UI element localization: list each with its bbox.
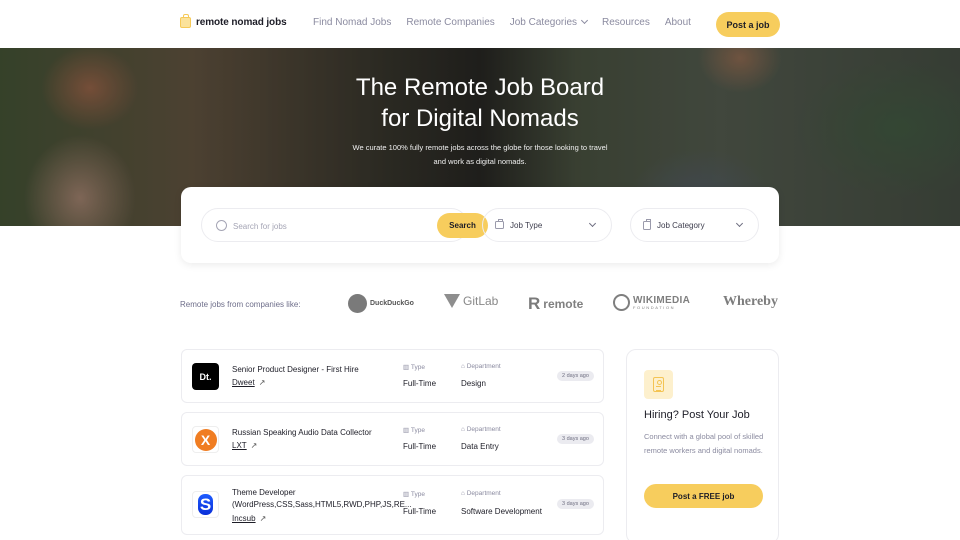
wikimedia-logo: WIKIMEDIA FOUNDATION: [613, 294, 690, 311]
top-navigation: remote nomad jobs Find Nomad Jobs Remote…: [0, 0, 960, 48]
department-label: ⌂ Department: [461, 363, 501, 370]
companies-label: Remote jobs from companies like:: [180, 300, 301, 309]
hiring-description: Connect with a global pool of skilled re…: [644, 432, 764, 455]
job-listing[interactable]: X Russian Speaking Audio Data Collector …: [181, 412, 604, 466]
search-button[interactable]: Search: [437, 213, 488, 238]
job-title[interactable]: Theme Developer (WordPress,CSS,Sass,HTML…: [232, 487, 412, 511]
company-logo: Dt.: [192, 363, 219, 390]
nav-link-job-categories-label: Job Categories: [509, 17, 578, 28]
chart-icon: ▥: [403, 427, 411, 434]
job-type: Full-Time: [403, 379, 437, 388]
job-type: Full-Time: [403, 507, 437, 516]
job-listing[interactable]: S Theme Developer (WordPress,CSS,Sass,HT…: [181, 475, 604, 535]
job-department: Data Entry: [461, 442, 499, 451]
chevron-down-icon: [735, 219, 744, 227]
search-box: Search: [201, 208, 488, 242]
post-a-job-button[interactable]: Post a job: [716, 12, 780, 37]
building-icon: [643, 218, 651, 230]
job-listing[interactable]: Dt. Senior Product Designer - First Hire…: [181, 349, 604, 403]
company-name: LXT: [232, 441, 247, 450]
gitlab-logo: GitLab: [444, 294, 498, 308]
gitlab-logo-text: GitLab: [463, 294, 499, 308]
wikimedia-logo-text: WIKIMEDIA FOUNDATION: [633, 294, 691, 310]
nav-link-find-nomad-jobs[interactable]: Find Nomad Jobs: [313, 17, 391, 28]
job-type-dropdown[interactable]: Job Type: [482, 208, 612, 242]
logo-text: remote nomad jobs: [196, 17, 287, 28]
chevron-down-icon: [588, 219, 597, 227]
type-label: ▥ Type: [403, 363, 425, 371]
company-link[interactable]: LXT ↗: [232, 441, 257, 450]
posted-age-badge: 3 days ago: [557, 499, 594, 509]
chart-icon: ▥: [403, 491, 411, 498]
duckduckgo-logo: DuckDuckGo: [348, 294, 414, 313]
job-department: Software Development: [461, 507, 542, 516]
company-link[interactable]: Dweet ↗: [232, 378, 265, 387]
post-free-job-button[interactable]: Post a FREE job: [644, 484, 763, 508]
duck-icon: [348, 294, 367, 313]
remote-logo: R remote: [528, 294, 583, 314]
department-label: ⌂ Department: [461, 490, 501, 497]
hiring-title: Hiring? Post Your Job: [644, 409, 750, 421]
department-label-text: Department: [466, 426, 501, 433]
job-category-label: Job Category: [657, 220, 705, 230]
briefcase-icon: [180, 14, 191, 28]
department-label-text: Department: [466, 363, 501, 370]
job-title[interactable]: Russian Speaking Audio Data Collector: [232, 427, 397, 439]
duckduckgo-logo-text: DuckDuckGo: [370, 300, 414, 307]
wikimedia-foundation-text: FOUNDATION: [633, 304, 676, 310]
nav-link-remote-companies[interactable]: Remote Companies: [406, 17, 494, 28]
hiring-card: Hiring? Post Your Job Connect with a glo…: [626, 349, 779, 540]
hero-subtitle: We curate 100% fully remote jobs across …: [352, 143, 608, 166]
posted-age-badge: 3 days ago: [557, 434, 594, 444]
hero-title-line-1: The Remote Job Board: [355, 74, 605, 101]
hire-icon-tile: [644, 370, 673, 399]
search-panel: Search Job Type Job Category: [181, 187, 779, 263]
id-badge-icon: [653, 377, 664, 392]
search-input[interactable]: [233, 218, 413, 234]
posted-age-badge: 2 days ago: [557, 371, 594, 381]
type-label: ▥ Type: [403, 490, 425, 498]
external-link-icon: ↗: [258, 378, 266, 387]
search-icon: [216, 220, 227, 231]
remote-r-icon: R: [528, 294, 541, 313]
job-type-label: Job Type: [510, 220, 543, 230]
wikimedia-icon: [613, 294, 630, 311]
external-link-icon: ↗: [259, 514, 267, 523]
chart-icon: ▥: [403, 364, 411, 371]
chevron-down-icon: [580, 16, 589, 25]
nav-link-about[interactable]: About: [665, 17, 691, 28]
job-type: Full-Time: [403, 442, 437, 451]
wikimedia-wordmark: WIKIMEDIA: [633, 294, 691, 306]
company-name: Dweet: [232, 378, 255, 387]
company-name: Incsub: [232, 514, 256, 523]
type-label-text: Type: [410, 364, 425, 371]
lxt-x-icon: X: [194, 428, 217, 451]
whereby-logo: Whereby: [723, 294, 778, 309]
job-department: Design: [461, 379, 486, 388]
nav-link-job-categories[interactable]: Job Categories: [509, 16, 589, 28]
department-label-text: Department: [466, 490, 501, 497]
job-title[interactable]: Senior Product Designer - First Hire: [232, 364, 397, 376]
company-logo: S: [192, 491, 219, 518]
incsub-s-icon: S: [198, 494, 213, 515]
site-logo[interactable]: remote nomad jobs: [180, 14, 287, 28]
company-logo: X: [192, 426, 219, 453]
company-link[interactable]: Incsub ↗: [232, 514, 266, 523]
nav-link-resources[interactable]: Resources: [602, 17, 650, 28]
hero-title: The Remote Job Board for Digital Nomads: [0, 72, 960, 134]
briefcase-icon: [495, 219, 504, 229]
job-category-dropdown[interactable]: Job Category: [630, 208, 759, 242]
remote-logo-text: remote: [543, 297, 584, 311]
type-label: ▥ Type: [403, 426, 425, 434]
fox-icon: [444, 294, 460, 308]
hero-title-line-2: for Digital Nomads: [381, 105, 579, 132]
nav-links: Find Nomad Jobs Remote Companies Job Cat…: [313, 16, 691, 28]
department-label: ⌂ Department: [461, 426, 501, 433]
external-link-icon: ↗: [250, 441, 258, 450]
type-label-text: Type: [410, 491, 425, 498]
type-label-text: Type: [410, 427, 425, 434]
